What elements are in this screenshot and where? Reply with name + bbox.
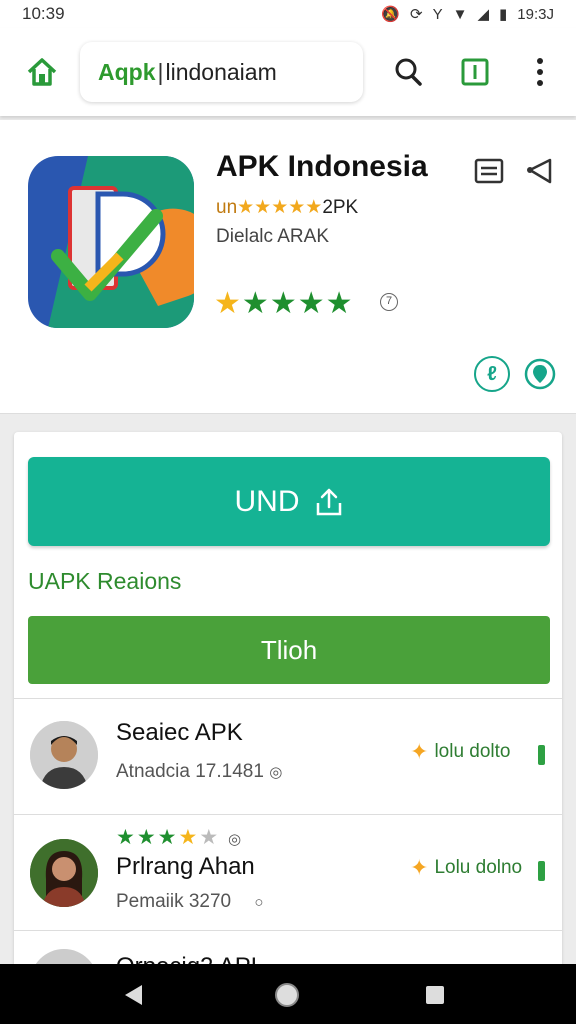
star-icon: ★ xyxy=(136,826,158,849)
primary-download-button[interactable]: UND xyxy=(28,457,550,546)
url-separator: | xyxy=(157,58,164,85)
app-header-card: APK Indonesia un★★★★★2PK Dielalc ARAK ★★… xyxy=(0,120,576,414)
back-button[interactable] xyxy=(118,980,148,1010)
list-item-subtitle: Atnadcia 17.1481 ◎ xyxy=(116,761,282,783)
star-icon: ★ xyxy=(269,287,298,320)
list-item-title: Prlrang Ahan xyxy=(116,853,255,880)
reasons-label: UAPK Reaions xyxy=(28,568,182,594)
browser-toolbar: Aqpk | lindonaiam xyxy=(0,28,576,116)
share-icon xyxy=(527,158,552,184)
list-item[interactable]: Seaiec APK Atnadcia 17.1481 ◎ ✦ lolu dol… xyxy=(14,698,562,814)
recents-button[interactable] xyxy=(420,980,450,1010)
download-card: UND UAPK Reaions Tlioh Seaiec APK Atnadc… xyxy=(14,432,562,972)
tabs-button[interactable] xyxy=(455,52,495,92)
search-button[interactable] xyxy=(388,52,428,92)
rating-stars: ★★★★★ xyxy=(214,286,354,321)
rating-suffix: 2PK xyxy=(322,197,359,218)
address-bar[interactable]: Aqpk | lindonaiam xyxy=(80,42,363,102)
list-item-rating: ★★★★★ ◎ xyxy=(116,825,243,850)
info-icon: ℓ xyxy=(487,362,497,385)
more-vert-icon xyxy=(537,58,543,86)
status-bar: 10:39 🔕 ⟳ Y ▼ ◢ ▮ 19:3J xyxy=(0,0,576,28)
developer-name: Dielalc ARAK xyxy=(216,226,329,247)
list-item-subtitle: Pemaiik 3270 ○ xyxy=(116,891,263,913)
recents-square-icon xyxy=(426,986,444,1004)
status-icons: 🔕 ⟳ Y ▼ ◢ ▮ 19:3J xyxy=(381,5,554,24)
app-icon xyxy=(28,156,194,328)
star-icon: ★ xyxy=(214,287,242,320)
person-avatar-image xyxy=(30,721,98,789)
avatar xyxy=(30,721,98,789)
share-button[interactable] xyxy=(522,154,556,188)
app-logo-image xyxy=(28,156,194,328)
info-small-icon: ○ xyxy=(254,894,264,911)
back-icon xyxy=(125,985,142,1005)
list-item-action[interactable]: ✦ lolu dolto xyxy=(410,739,511,765)
battery-icon: ▮ xyxy=(499,6,508,23)
upload-icon xyxy=(316,488,341,515)
cell-signal-icon: ◢ xyxy=(477,6,490,23)
location-pin-icon xyxy=(524,358,556,390)
star-icon: ★ xyxy=(199,826,221,849)
star-icon: ★ xyxy=(178,826,200,849)
star-icon: ★ xyxy=(116,826,137,849)
system-navigation-bar xyxy=(0,964,576,1024)
status-time-left: 10:39 xyxy=(22,4,65,23)
list-item-subtitle-text: Atnadcia 17.1481 xyxy=(116,761,264,782)
home-icon xyxy=(27,58,57,86)
sparkle-icon: ✦ xyxy=(410,739,429,764)
sync-icon: ⟳ xyxy=(410,6,423,23)
info-small-icon: ◎ xyxy=(269,764,283,781)
star-icon: ★ xyxy=(297,287,326,320)
list-item-title: Seaiec APK xyxy=(116,719,243,746)
star-icon: ★ xyxy=(241,287,270,320)
star-icon: ★ xyxy=(157,826,179,849)
primary-button-label: UND xyxy=(234,484,300,518)
list-item-action-label: lolu dolto xyxy=(434,741,511,762)
person-avatar-image xyxy=(30,839,98,907)
tabs-icon xyxy=(461,58,489,86)
status-indicator xyxy=(538,861,545,881)
list-item-action[interactable]: ✦ Lolu dolno xyxy=(410,855,522,881)
status-time-right: 19:3J xyxy=(517,5,554,23)
rating-info-icon[interactable]: 7 xyxy=(380,293,398,311)
search-icon xyxy=(395,58,422,86)
avatar xyxy=(30,839,98,907)
list-icon xyxy=(474,158,504,184)
star-icon: ★ xyxy=(325,287,354,320)
wifi-icon: ▼ xyxy=(452,5,468,23)
home-nav-button[interactable] xyxy=(272,980,302,1010)
info-button[interactable]: ℓ xyxy=(474,356,510,392)
location-button[interactable] xyxy=(522,356,558,392)
list-item-subtitle-text: Pemaiik 3270 xyxy=(116,891,232,912)
rating-stars-small: ★★★★★ xyxy=(237,197,323,218)
mute-icon: 🔕 xyxy=(381,6,401,23)
app-title: APK Indonesia xyxy=(216,150,428,183)
list-item[interactable]: ★★★★★ ◎ Prlrang Ahan Pemaiik 3270 ○ ✦ Lo… xyxy=(14,814,562,930)
info-small-icon: ◎ xyxy=(227,831,244,848)
status-indicator xyxy=(538,745,545,765)
signal-icon: Y xyxy=(432,5,443,23)
home-circle-icon xyxy=(275,983,299,1007)
sparkle-icon: ✦ xyxy=(410,855,429,880)
secondary-button[interactable]: Tlioh xyxy=(28,616,550,684)
rating-prefix: un xyxy=(216,197,238,218)
site-logo-text: Aqpk xyxy=(98,58,156,85)
details-button[interactable] xyxy=(472,154,506,188)
home-button[interactable] xyxy=(24,54,60,90)
url-text: lindonaiam xyxy=(165,58,277,85)
rating-summary: un★★★★★2PK xyxy=(216,196,358,219)
list-item-action-label: Lolu dolno xyxy=(434,857,523,878)
menu-button[interactable] xyxy=(520,52,560,92)
